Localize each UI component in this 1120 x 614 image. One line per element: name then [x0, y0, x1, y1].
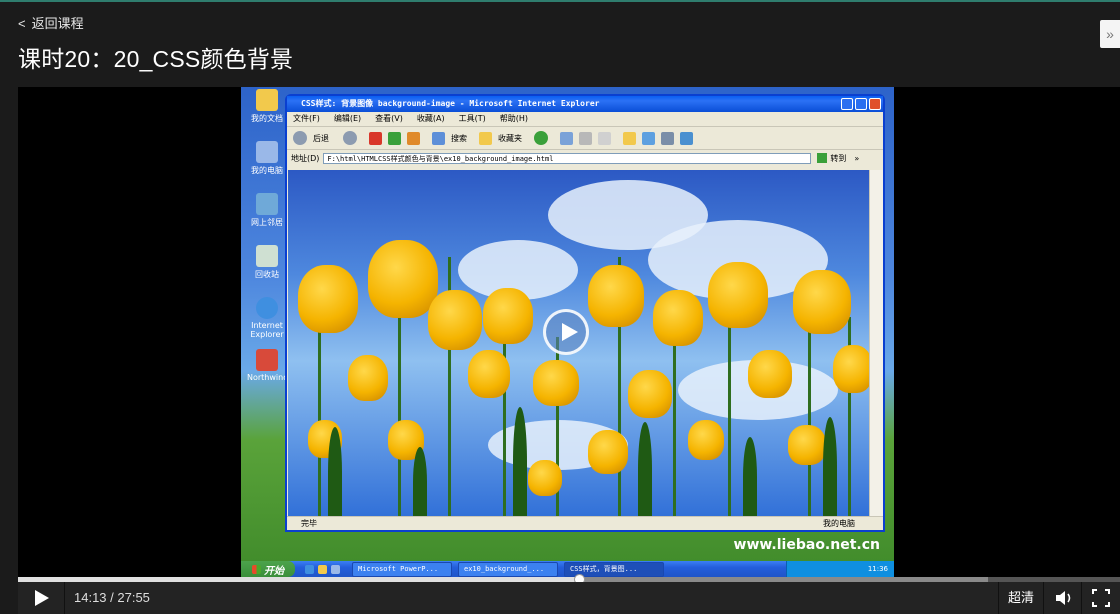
stop-icon [369, 131, 382, 145]
network-icon [256, 193, 278, 215]
history-icon [534, 131, 548, 145]
desktop-icon-network: 网上邻居 [247, 193, 287, 228]
database-icon [256, 349, 278, 371]
forward-arrow-icon [343, 131, 357, 145]
desktop-icon-my-computer: 我的电脑 [247, 141, 287, 176]
favorites-star-icon [479, 131, 492, 145]
desktop-quick-icon [331, 564, 340, 574]
system-tray: 11:36 [786, 561, 894, 577]
recycle-bin-icon [256, 245, 278, 267]
print-icon [579, 131, 592, 145]
desktop-icon-northwind: Northwind [247, 349, 288, 382]
address-field: F:\html\HTMLCSS样式颜色与背景\ex10_background_i… [323, 152, 812, 164]
play-icon[interactable] [18, 582, 65, 614]
ie-status-bar: 完毕 我的电脑 [287, 516, 883, 530]
expand-sidebar-icon[interactable]: » [1100, 20, 1120, 48]
lesson-title: 课时20：20_CSS颜色背景 [18, 46, 294, 72]
volume-icon[interactable] [1044, 582, 1082, 614]
research-icon [661, 131, 674, 145]
ie-title-bar: CSS样式: 背景图像 background-image - Microsoft… [287, 96, 883, 112]
people-icon [680, 131, 693, 145]
maximize-icon [855, 98, 867, 110]
time-display: 14:13 / 27:55 [74, 590, 150, 605]
back-label: 返回课程 [31, 16, 84, 31]
big-play-icon[interactable] [543, 309, 589, 355]
close-icon [869, 98, 881, 110]
search-icon [432, 131, 445, 145]
home-icon [407, 131, 420, 145]
top-accent-line [0, 0, 1120, 2]
edit-icon [598, 131, 611, 145]
desktop-icon-my-documents: 我的文档 [247, 89, 287, 124]
go-arrow-icon [817, 153, 828, 163]
xp-taskbar: 开始 Microsoft PowerP... ex10_background_.… [241, 561, 894, 577]
ie-window: CSS样式: 背景图像 background-image - Microsoft… [285, 94, 885, 532]
taskbar-item: ex10_background_... [458, 561, 558, 577]
desktop-icon-ie: Internet Explorer [247, 297, 287, 339]
desktop-icon-recycle-bin: 回收站 [247, 245, 287, 280]
back-to-course-link[interactable]: < 返回课程 [18, 13, 84, 32]
chevron-left-icon: < [18, 16, 26, 31]
minimize-icon [841, 98, 853, 110]
refresh-icon [388, 131, 401, 145]
control-bar: 14:13 / 27:55 超清 [18, 582, 1120, 614]
ie-address-bar: 地址(D) F:\html\HTMLCSS样式颜色与背景\ex10_backgr… [291, 152, 860, 164]
ie-toolbar: 后退 搜索 收藏夹 [287, 127, 883, 150]
quick-launch [305, 564, 340, 574]
start-button: 开始 [241, 561, 295, 577]
mail-icon [560, 131, 573, 145]
folder-quick-icon [318, 564, 327, 574]
ie-quick-icon [305, 564, 314, 574]
quality-selector[interactable]: 超清 [998, 582, 1044, 614]
folder-icon [256, 89, 278, 111]
ie-menu-bar: 文件(F) 编辑(E) 查看(V) 收藏(A) 工具(T) 帮助(H) [287, 112, 883, 127]
messenger-icon [642, 131, 655, 145]
watermark: www.liebao.net.cn [733, 537, 880, 553]
video-player[interactable]: 我的文档 我的电脑 网上邻居 回收站 Internet Explorer Nor… [18, 87, 1120, 614]
folder-icon [623, 131, 636, 145]
back-arrow-icon [293, 131, 307, 145]
internet-explorer-icon [256, 297, 278, 319]
taskbar-item: Microsoft PowerP... [352, 561, 452, 577]
computer-icon [256, 141, 278, 163]
fullscreen-icon[interactable] [1081, 582, 1120, 614]
ie-vertical-scrollbar [869, 170, 883, 517]
clock: 11:36 [867, 565, 888, 573]
windows-logo-icon [252, 564, 261, 574]
